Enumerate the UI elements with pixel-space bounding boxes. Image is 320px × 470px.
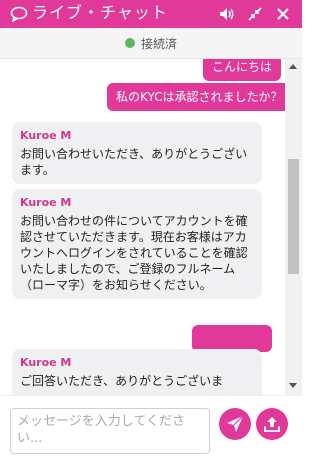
agent-name: Kuroe M	[20, 356, 72, 369]
message-text: 私のKYCは承認されましたか？	[116, 90, 283, 104]
message-text: こんにちは	[212, 60, 273, 74]
connection-status-text: 接続済	[141, 37, 178, 51]
upload-icon	[264, 417, 280, 432]
scroll-down-arrow-icon[interactable]	[289, 383, 297, 388]
chat-bubble-icon	[10, 6, 28, 23]
chat-header: ライブ・チャット	[0, 0, 302, 28]
outgoing-message: 私のKYCは承認されましたか？	[107, 83, 285, 111]
send-icon	[227, 415, 244, 432]
message-text: ご回答いただき、ありがとうございま	[20, 374, 224, 388]
outgoing-message: こんにちは	[203, 59, 282, 81]
incoming-message: Kuroe M お問い合わせの件についてアカウントを確認させていただきます。現在…	[12, 189, 262, 299]
send-button[interactable]	[219, 408, 251, 440]
agent-name: Kuroe M	[20, 196, 72, 209]
agent-name: Kuroe M	[20, 129, 72, 142]
minimize-icon[interactable]	[246, 5, 264, 23]
close-icon[interactable]	[274, 5, 292, 23]
message-scrollbar[interactable]	[285, 59, 302, 395]
message-text: お問い合わせいただき、ありがとうございます。	[20, 147, 248, 177]
chat-title: ライブ・チャット	[32, 3, 168, 22]
message-composer	[0, 395, 302, 470]
connection-status-bar: 接続済	[0, 28, 302, 59]
upload-button[interactable]	[256, 408, 288, 440]
message-text: お問い合わせの件についてアカウントを確認させていただきます。現在お客様はアカウン…	[20, 214, 248, 292]
volume-icon[interactable]	[218, 5, 236, 23]
incoming-message: Kuroe M ご回答いただき、ありがとうございま	[12, 349, 262, 395]
incoming-message: Kuroe M お問い合わせいただき、ありがとうございます。	[12, 122, 262, 184]
scrollbar-thumb[interactable]	[288, 159, 299, 274]
outgoing-message	[192, 325, 272, 352]
message-list[interactable]: こんにちは 私のKYCは承認されましたか？ Kuroe M お問い合わせいただき…	[0, 59, 285, 395]
status-indicator-dot	[125, 38, 135, 48]
message-input[interactable]	[10, 408, 210, 454]
scroll-up-arrow-icon[interactable]	[289, 64, 297, 69]
